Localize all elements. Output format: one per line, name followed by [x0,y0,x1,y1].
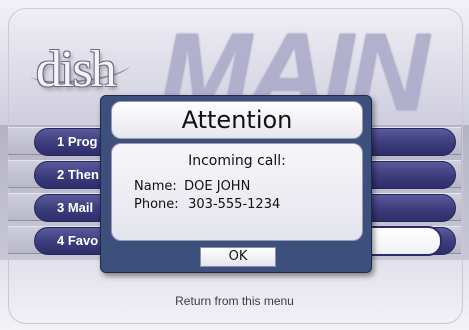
caller-name-value: DOE JOHN [184,179,251,194]
menu-item-label: 1 Prog [57,134,98,149]
caller-phone-value: 303-555-1234 [188,197,281,212]
dish-logo: dish [36,41,117,98]
dialog-title: Attention [181,106,293,134]
dialog-body: Incoming call: Name: DOE JOHN Phone: 303… [111,143,363,241]
menu-item-label: 3 Mail [57,200,94,215]
caller-phone-line: Phone: 303-555-1234 [134,197,280,212]
menu-item-label: 4 Favo [57,233,99,248]
caller-phone-label: Phone: [134,197,179,212]
caller-name-label: Name: [134,179,177,194]
menu-item-label: 2 Then [57,167,99,182]
caller-name-line: Name: DOE JOHN [134,179,250,194]
dialog-title-box: Attention [111,101,363,139]
ok-button[interactable]: OK [200,247,276,267]
dialog-heading: Incoming call: [188,153,286,169]
return-from-menu-link[interactable]: Return from this menu [0,294,469,308]
incoming-call-dialog: Attention Incoming call: Name: DOE JOHN … [100,95,372,273]
